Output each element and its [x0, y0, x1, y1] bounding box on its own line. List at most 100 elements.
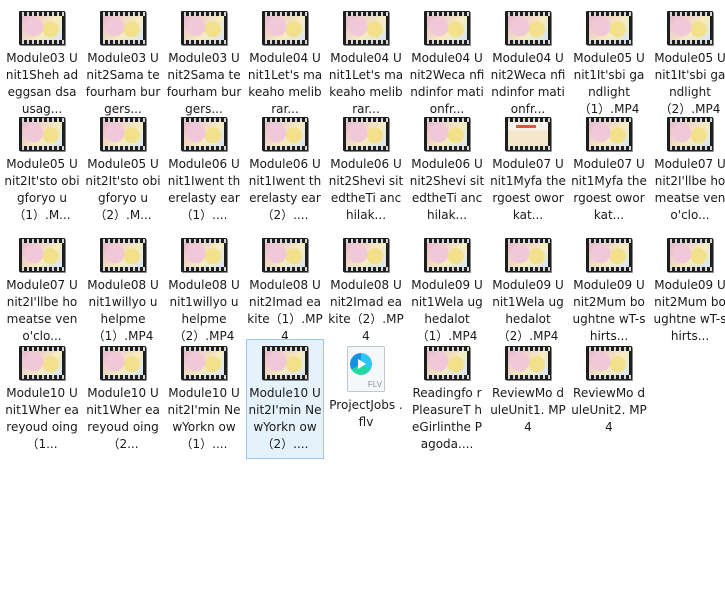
file-name: Module05 Unit2It'sto obigforyo u（2）.M...	[85, 157, 161, 222]
file-item[interactable]: Module04 Unit1Let's makeaho melibrar...	[246, 4, 324, 119]
file-item[interactable]: Module07 Unit1Myfa thergoest oworkat...	[570, 110, 648, 225]
file-item[interactable]: Module05 Unit2It'sto obigforyo u（1）.M...	[3, 110, 81, 225]
file-name: Module04 Unit2Weca nfindinfor mationfr..…	[409, 51, 485, 116]
file-item[interactable]: Module05 Unit1It'sbi gandlight （2）.MP4	[651, 4, 725, 119]
file-item[interactable]: Module08 Unit1willyo uhelpme（2）.MP4	[165, 231, 243, 346]
video-frame-preview	[427, 122, 467, 146]
file-item[interactable]: Module06 Unit2Shevi sitedtheTi anchilak.…	[327, 110, 405, 225]
video-thumbnail-icon	[505, 346, 551, 380]
video-frame-preview	[589, 351, 629, 375]
file-item[interactable]: Module07 Unit2I'llbe homeatse veno'clo..…	[651, 110, 725, 225]
video-thumbnail-icon	[667, 117, 713, 151]
file-item[interactable]: Module09 Unit2Mum boughtne wT-shirts...	[651, 231, 725, 346]
file-item[interactable]: Module10 Unit1Wher eareyoud oing（2...	[84, 339, 162, 454]
video-thumbnail-icon	[100, 346, 146, 380]
file-name: Module06 Unit1Iwent therelasty ear（1）...…	[167, 157, 241, 222]
video-thumbnail-icon	[586, 238, 632, 272]
file-item[interactable]: FLV ProjectJobs .flv	[327, 339, 405, 432]
file-item[interactable]: ReviewMo duleUnit1. MP4	[489, 339, 567, 437]
video-frame-preview	[508, 16, 548, 40]
video-frame-preview	[346, 243, 386, 267]
file-name: Module08 Unit1willyo uhelpme（2）.MP4	[168, 278, 240, 343]
file-name: Module08 Unit1willyo uhelpme（1）.MP4	[87, 278, 159, 343]
file-name: Module03 Unit2Sama tefourham burgers...	[85, 51, 161, 116]
video-frame-preview	[103, 351, 143, 375]
file-item[interactable]: Module03 Unit2Sama tefourham burgers...	[165, 4, 243, 119]
file-name: Module07 Unit2I'llbe homeatse veno'clo..…	[654, 157, 725, 222]
file-item[interactable]: Module08 Unit2Imad eakite（1）.MP4	[246, 231, 324, 346]
video-thumbnail-icon	[100, 117, 146, 151]
video-frame-preview	[265, 16, 305, 40]
file-item[interactable]: Module05 Unit2It'sto obigforyo u（2）.M...	[84, 110, 162, 225]
file-name: Module09 Unit1Wela ughedalot （1）.MP4	[411, 278, 483, 343]
video-frame-preview	[670, 122, 710, 146]
file-name: ProjectJobs .flv	[329, 398, 403, 429]
flv-file-icon: FLV	[347, 346, 385, 392]
file-name: Module04 Unit1Let's makeaho melibrar...	[328, 51, 404, 116]
file-item[interactable]: Module07 Unit2I'llbe homeatse veno'clo..…	[3, 231, 81, 346]
video-thumbnail-icon	[19, 117, 65, 151]
file-item[interactable]: Readingfo rPleasureT heGirlinthe Pagoda.…	[408, 339, 486, 454]
video-frame-preview	[346, 16, 386, 40]
file-item[interactable]: Module08 Unit2Imad eakite（2）.MP4	[327, 231, 405, 346]
video-frame-preview	[22, 351, 62, 375]
file-name: Module06 Unit2Shevi sitedtheTi anchilak.…	[409, 157, 485, 222]
player-logo-icon	[350, 353, 372, 375]
video-frame-preview	[427, 243, 467, 267]
file-item[interactable]: Module09 Unit2Mum boughtne wT-shirts...	[570, 231, 648, 346]
file-item[interactable]: Module05 Unit1It'sbi gandlight （1）.MP4	[570, 4, 648, 119]
file-name: Module10 Unit1Wher eareyoud oing（2...	[86, 386, 160, 451]
file-item[interactable]: Module03 Unit2Sama tefourham burgers...	[84, 4, 162, 119]
file-item[interactable]: Module09 Unit1Wela ughedalot （1）.MP4	[408, 231, 486, 346]
file-item[interactable]: Module06 Unit2Shevi sitedtheTi anchilak.…	[408, 110, 486, 225]
video-frame-preview	[103, 16, 143, 40]
video-frame-preview	[265, 243, 305, 267]
video-thumbnail-icon	[505, 117, 551, 151]
video-frame-preview	[508, 243, 548, 267]
video-frame-preview	[508, 351, 548, 375]
video-thumbnail-icon	[262, 238, 308, 272]
file-name: Module10 Unit1Wher eareyoud oing（1...	[5, 386, 79, 451]
video-frame-preview	[103, 122, 143, 146]
video-thumbnail-icon	[100, 11, 146, 45]
file-item[interactable]: Module07 Unit1Myfa thergoest oworkat...	[489, 110, 567, 225]
video-frame-preview	[589, 16, 629, 40]
video-frame-preview	[265, 122, 305, 146]
file-name: Readingfo rPleasureT heGirlinthe Pagoda.…	[412, 386, 482, 451]
video-frame-preview	[103, 243, 143, 267]
file-name: Module03 Unit1Sheh adeggsan dsausag...	[5, 51, 79, 116]
file-item[interactable]: Module08 Unit1willyo uhelpme（1）.MP4	[84, 231, 162, 346]
video-thumbnail-icon	[505, 238, 551, 272]
file-item[interactable]: Module09 Unit1Wela ughedalot （2）.MP4	[489, 231, 567, 346]
video-frame-preview	[22, 16, 62, 40]
file-name: Module05 Unit2It'sto obigforyo u（1）.M...	[4, 157, 80, 222]
file-item[interactable]: ReviewMo duleUnit2. MP4	[570, 339, 648, 437]
file-extension: FLV	[367, 380, 382, 389]
file-name: Module05 Unit1It'sbi gandlight （2）.MP4	[654, 51, 725, 116]
file-item[interactable]: Module04 Unit2Weca nfindinfor mationfr..…	[489, 4, 567, 119]
video-thumbnail-icon	[181, 346, 227, 380]
video-frame-preview	[427, 16, 467, 40]
video-thumbnail-icon	[343, 117, 389, 151]
file-item[interactable]: Module10 Unit1Wher eareyoud oing（1...	[3, 339, 81, 454]
file-name: Module04 Unit1Let's makeaho melibrar...	[247, 51, 323, 116]
video-thumbnail-icon	[181, 11, 227, 45]
file-item[interactable]: Module10 Unit2I'min NewYorkn ow（2）....	[246, 339, 324, 459]
file-name: Module08 Unit2Imad eakite（1）.MP4	[247, 278, 323, 343]
file-name: ReviewMo duleUnit2. MP4	[571, 386, 647, 434]
video-frame-preview	[184, 351, 224, 375]
file-item[interactable]: Module03 Unit1Sheh adeggsan dsausag...	[3, 4, 81, 119]
file-item[interactable]: Module04 Unit1Let's makeaho melibrar...	[327, 4, 405, 119]
video-frame-preview	[22, 122, 62, 146]
video-frame-preview	[427, 351, 467, 375]
file-name: Module05 Unit1It'sbi gandlight （1）.MP4	[573, 51, 645, 116]
video-thumbnail-icon	[424, 238, 470, 272]
file-name: Module06 Unit2Shevi sitedtheTi anchilak.…	[328, 157, 404, 222]
file-item[interactable]: Module10 Unit2I'min NewYorkn ow（1）....	[165, 339, 243, 454]
video-frame-preview	[589, 243, 629, 267]
file-name: Module08 Unit2Imad eakite（2）.MP4	[328, 278, 404, 343]
file-item[interactable]: Module06 Unit1Iwent therelasty ear（1）...…	[165, 110, 243, 225]
video-frame-preview	[508, 122, 548, 146]
file-item[interactable]: Module06 Unit1Iwent therelasty ear（2）...…	[246, 110, 324, 225]
file-item[interactable]: Module04 Unit2Weca nfindinfor mationfr..…	[408, 4, 486, 119]
